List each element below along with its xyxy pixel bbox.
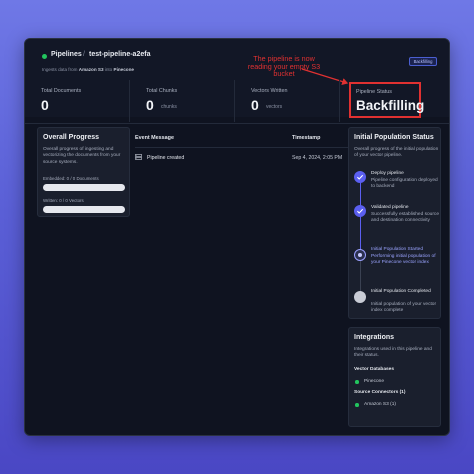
vector-databases-heading: Vector Databases [354, 367, 394, 372]
metrics-row: Total Documents 0 Total Chunks 0 chunks … [25, 80, 449, 122]
step-text-completed: Initial population of your vector index … [371, 301, 437, 313]
source-connectors-heading: Source Connectors (1) [354, 390, 406, 395]
written-label: Written: 0 / 0 Vectors [43, 198, 84, 203]
step-text-deploy: Pipeline configuration deployed to backe… [371, 177, 438, 189]
section-divider [25, 123, 449, 124]
integration-status-dot [355, 403, 359, 407]
integration-status-dot [355, 380, 359, 384]
step-title-completed: Initial Population Completed [371, 289, 431, 294]
embedded-label: Embedded: 0 / 0 Documents [43, 176, 99, 181]
step-text-started: Performing initial population of your Pi… [371, 253, 436, 265]
breadcrumb-separator: / [83, 51, 85, 58]
step-done-icon [354, 205, 366, 217]
pipeline-status-dot [42, 54, 47, 59]
event-timestamp: Sep 4, 2024, 2:05 PM [292, 155, 343, 161]
pipeline-window: Pipelines / test-pipeline-a2efa Ingests … [24, 38, 450, 436]
source-name: Amazon S3 [78, 67, 104, 72]
integration-pinecone[interactable]: Pinecone [364, 379, 384, 384]
check-icon [357, 174, 364, 180]
event-message: Pipeline created [147, 155, 185, 161]
overall-progress-card: Overall Progress Overall progress of ing… [37, 127, 130, 217]
pipeline-name: test-pipeline-a2efa [89, 51, 151, 58]
pipeline-subtitle: Ingests data from Amazon S3 into Pinecon… [42, 67, 134, 72]
metric-total-documents: Total Documents 0 [25, 80, 130, 122]
step-title-started: Initial Population Started [371, 247, 423, 252]
step-pending-icon [354, 291, 366, 303]
initial-population-card: Initial Population Status Overall progre… [348, 127, 441, 319]
integration-amazon-s3[interactable]: Amazon S3 (1) [364, 402, 396, 407]
written-progress-bar [43, 206, 125, 213]
column-event-message: Event Message [135, 135, 174, 141]
metric-pipeline-status: Pipeline Status Backfilling [349, 82, 424, 118]
column-timestamp: Timestamp [292, 135, 321, 141]
server-icon [135, 154, 142, 160]
breadcrumb-pipelines[interactable]: Pipelines [51, 51, 82, 58]
embedded-progress-bar [43, 184, 125, 191]
status-badge: Backfilling [409, 57, 437, 66]
table-header-divider [135, 147, 363, 148]
metric-total-chunks: Total Chunks 0 chunks [130, 80, 235, 122]
step-text-validated: Successfully established source and dest… [371, 211, 439, 223]
integrations-card: Integrations Integrations used in this p… [348, 327, 441, 427]
destination-name: Pinecone [113, 67, 134, 72]
step-title-deploy: Deploy pipeline [371, 171, 404, 176]
step-title-validated: Validated pipeline [371, 205, 409, 210]
step-active-icon [354, 249, 366, 261]
check-icon [357, 208, 364, 214]
step-done-icon [354, 171, 366, 183]
annotation-callout: The pipeline is now reading your empty S… [247, 54, 321, 79]
metric-vectors-written: Vectors Written 0 vectors [235, 80, 340, 122]
